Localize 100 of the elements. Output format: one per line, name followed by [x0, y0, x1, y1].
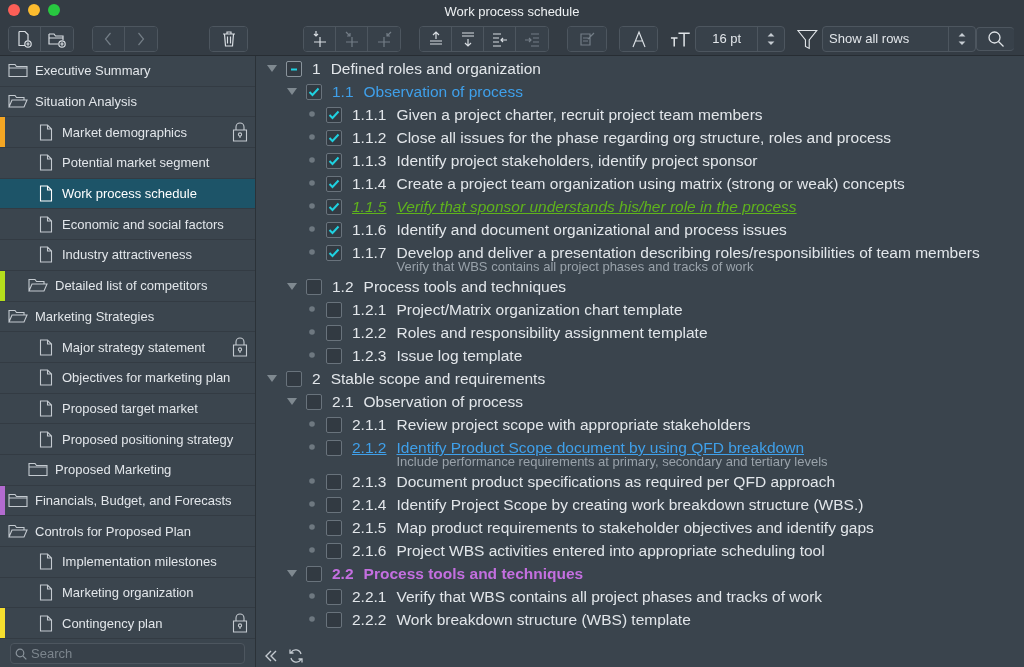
- checkbox[interactable]: [306, 394, 322, 410]
- move-up-button[interactable]: [420, 26, 453, 51]
- bullet-icon: [306, 499, 318, 509]
- add-parent-icon: [375, 29, 394, 48]
- sidebar-item[interactable]: Controls for Proposed Plan: [0, 516, 255, 547]
- document-icon: [39, 338, 53, 356]
- outline-number: 1.1.2: [352, 128, 387, 148]
- sidebar-item[interactable]: Marketing Strategies: [0, 301, 255, 333]
- document-icon: [39, 154, 53, 172]
- font-size-stepper[interactable]: 16 pt: [695, 25, 786, 52]
- document-icon: [39, 614, 53, 632]
- sidebar-item[interactable]: Executive Summary: [0, 56, 255, 87]
- disclosure-triangle[interactable]: [286, 281, 298, 291]
- bullet-icon: [306, 419, 318, 429]
- sidebar-item[interactable]: Objectives for marketing plan: [0, 362, 255, 394]
- checkbox[interactable]: [326, 302, 342, 318]
- outline-text: Document product specifications as required per QFD approach: [396, 472, 835, 492]
- sidebar-item[interactable]: Financials, Budget, and Forecasts: [0, 485, 255, 517]
- checkbox[interactable]: [326, 348, 342, 364]
- checkbox[interactable]: [326, 176, 342, 192]
- bullet-icon: [306, 442, 318, 452]
- bullet-icon: [306, 522, 318, 532]
- close-button[interactable]: [8, 4, 20, 16]
- disclosure-triangle[interactable]: [286, 396, 298, 406]
- checkbox[interactable]: [326, 130, 342, 146]
- checkbox[interactable]: [326, 440, 342, 456]
- outline-number: 1.1.6: [352, 220, 387, 240]
- search-field[interactable]: Search: [10, 643, 245, 665]
- checkbox[interactable]: [306, 84, 322, 100]
- outline-text: Review project scope with appropriate stakeholders: [396, 415, 751, 435]
- checkbox[interactable]: [326, 612, 342, 628]
- checkmark-icon: [328, 248, 340, 258]
- sidebar-item-label: Contingency plan: [62, 615, 164, 631]
- bullet-icon: [306, 545, 318, 555]
- checkbox[interactable]: [326, 153, 342, 169]
- checkbox[interactable]: [326, 520, 342, 536]
- filter-dropdown[interactable]: Show all rows: [822, 25, 977, 52]
- checkbox[interactable]: [286, 61, 302, 77]
- disclosure-triangle[interactable]: [286, 86, 298, 96]
- disclosure-triangle[interactable]: [266, 373, 278, 383]
- outline-text: Given a project charter, recruit project team members: [396, 105, 763, 125]
- outline-link[interactable]: Verify that sponsor understands his/her role in the process: [396, 195, 797, 218]
- sidebar-item[interactable]: Situation Analysis: [0, 86, 255, 118]
- sidebar-item-label: Proposed Marketing: [55, 462, 173, 478]
- sidebar-item[interactable]: Work process schedule: [0, 178, 255, 210]
- checkbox[interactable]: [326, 474, 342, 490]
- sidebar-item[interactable]: Marketing organization: [0, 577, 255, 609]
- checkbox[interactable]: [326, 325, 342, 341]
- collapse-sidebar-icon[interactable]: [264, 649, 278, 663]
- checkbox[interactable]: [306, 279, 322, 295]
- checkbox[interactable]: [326, 497, 342, 513]
- sidebar-item[interactable]: Market demographics: [0, 117, 255, 149]
- dash-icon: [288, 67, 300, 71]
- search-button[interactable]: [976, 26, 1014, 51]
- minimize-button[interactable]: [28, 4, 40, 16]
- sidebar-item[interactable]: Detailed list of competitors: [0, 270, 255, 302]
- checkbox[interactable]: [326, 543, 342, 559]
- sidebar-item[interactable]: Major strategy statement: [0, 332, 255, 363]
- sidebar-item[interactable]: Proposed target market: [0, 393, 255, 425]
- checkbox[interactable]: [286, 371, 302, 387]
- sidebar-item-label: Work process schedule: [62, 186, 198, 202]
- sidebar-item[interactable]: Industry attractiveness: [0, 240, 255, 271]
- document-icon: [39, 430, 53, 448]
- search-icon: [15, 648, 27, 661]
- bullet-icon: [306, 327, 318, 337]
- checkbox[interactable]: [326, 245, 342, 261]
- move-down-button[interactable]: [452, 26, 485, 51]
- outline-number: 2.1.6: [352, 541, 387, 561]
- checkbox[interactable]: [326, 107, 342, 123]
- outline-number: 2.2: [332, 564, 354, 584]
- checkbox[interactable]: [326, 589, 342, 605]
- sidebar-item-label: Detailed list of competitors: [55, 278, 209, 294]
- outline-number: 2.2.2: [352, 610, 387, 630]
- checkbox[interactable]: [306, 566, 322, 582]
- outline-number: 1.1.7: [352, 243, 387, 263]
- disclosure-triangle[interactable]: [286, 568, 298, 578]
- document-icon: [39, 123, 53, 141]
- sidebar-item[interactable]: Economic and social factors: [0, 209, 255, 241]
- font-button[interactable]: [619, 26, 658, 51]
- outline-number: 2.1.2: [352, 438, 387, 458]
- new-folder-button[interactable]: [41, 26, 73, 51]
- refresh-icon[interactable]: [288, 648, 304, 664]
- sidebar-item[interactable]: Proposed Marketing: [0, 454, 255, 486]
- trash-button[interactable]: [209, 26, 248, 51]
- sidebar-item-label: Market demographics: [62, 124, 188, 140]
- sidebar-item[interactable]: Proposed positioning strategy: [0, 424, 255, 455]
- outline-text: Process tools and techniques: [363, 277, 567, 297]
- sidebar-item[interactable]: Potential market segment: [0, 148, 255, 179]
- checkbox[interactable]: [326, 222, 342, 238]
- new-file-button[interactable]: [9, 26, 41, 51]
- outdent-button[interactable]: [484, 26, 517, 51]
- disclosure-triangle[interactable]: [266, 63, 278, 73]
- add-above-button[interactable]: [304, 26, 337, 51]
- outline-text: Create a project team organization using matrix (strong or weak) concepts: [396, 174, 905, 194]
- checkbox[interactable]: [326, 199, 342, 215]
- checkbox[interactable]: [326, 417, 342, 433]
- sidebar-item[interactable]: Contingency plan: [0, 608, 255, 640]
- sidebar-item[interactable]: Implementation milestones: [0, 547, 255, 578]
- zoom-button[interactable]: [48, 4, 60, 16]
- bullet-icon: [306, 224, 318, 234]
